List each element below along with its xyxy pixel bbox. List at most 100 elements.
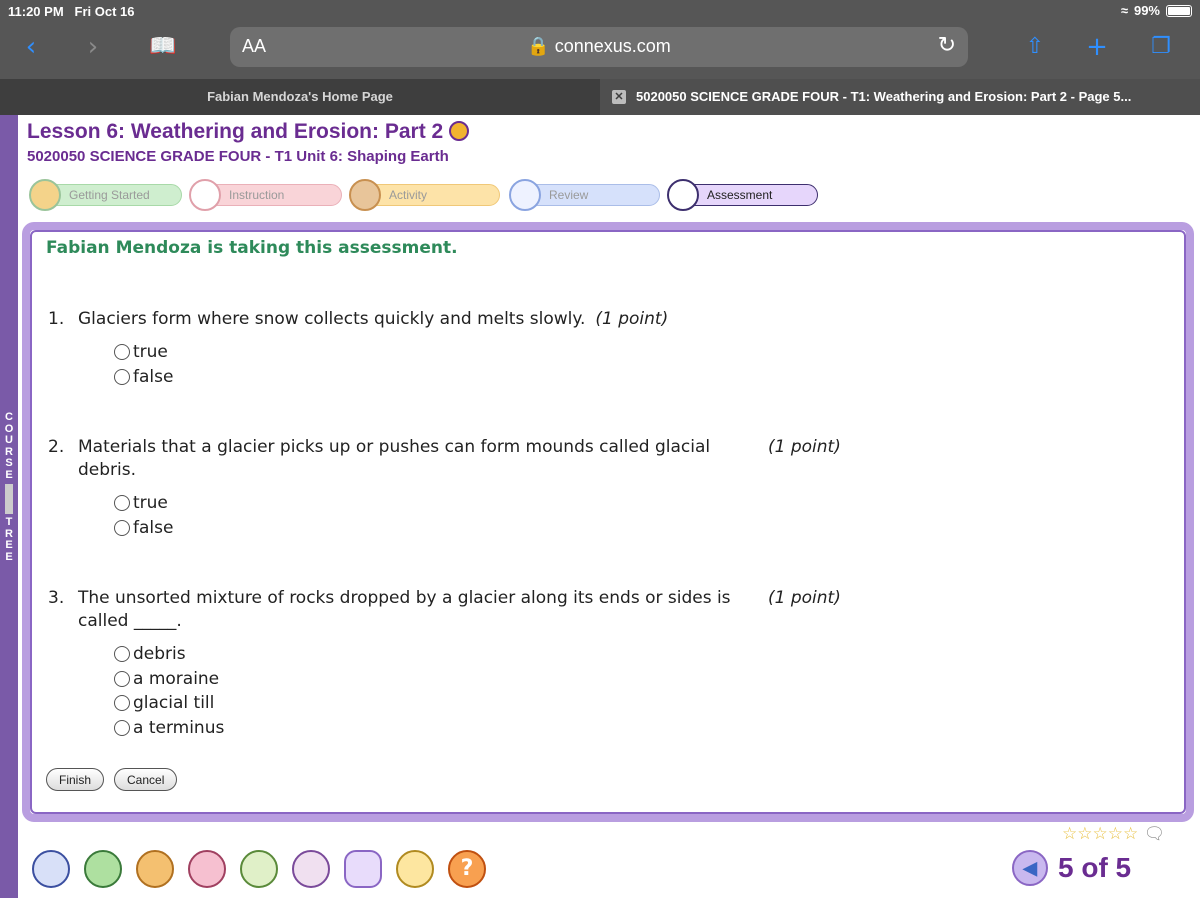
- printer-icon[interactable]: [396, 850, 434, 888]
- assessment-panel: Fabian Mendoza is taking this assessment…: [22, 222, 1194, 822]
- battery-icon: [1166, 4, 1192, 17]
- radio-button[interactable]: [114, 519, 130, 536]
- comment-icon[interactable]: 🗨: [1144, 824, 1166, 844]
- option-label: a terminus: [133, 717, 225, 738]
- chat-icon[interactable]: [344, 850, 382, 888]
- previous-page-icon[interactable]: ◀: [1012, 850, 1048, 886]
- status-time: 11:20 PM Fri Oct 16: [8, 4, 135, 19]
- lesson-steps: Getting Started Instruction Activity Rev…: [29, 179, 830, 211]
- browser-chrome: 11:20 PM Fri Oct 16 ≈ 99% ‹ › 📖 AA 🔒 con…: [0, 0, 1200, 79]
- bookmarks-icon[interactable]: 📖: [148, 32, 178, 62]
- reload-icon[interactable]: ↻: [938, 33, 956, 58]
- option-false[interactable]: false: [114, 365, 173, 390]
- question-1-options: true false: [114, 340, 173, 389]
- calculator-icon[interactable]: [240, 850, 278, 888]
- radio-button[interactable]: [114, 344, 130, 361]
- option-label: false: [133, 366, 174, 387]
- step-label: Instruction: [229, 188, 285, 202]
- back-icon[interactable]: ‹: [16, 32, 46, 62]
- step-review[interactable]: Review: [509, 179, 660, 211]
- status-indicators: ≈ 99%: [1121, 3, 1192, 18]
- step-label: Review: [549, 188, 589, 202]
- option-moraine[interactable]: a moraine: [114, 667, 224, 692]
- target-icon[interactable]: [292, 850, 330, 888]
- question-number: 1.: [48, 309, 65, 329]
- finish-button[interactable]: Finish: [46, 768, 105, 791]
- assessment-icon: [667, 179, 699, 211]
- question-points: (1 point): [768, 437, 841, 457]
- course-tree-toggle[interactable]: COURSE TREE: [0, 115, 18, 898]
- tab-active-label: 5020050 SCIENCE GRADE FOUR - T1: Weather…: [636, 89, 1132, 104]
- assessment-status: Fabian Mendoza is taking this assessment…: [46, 238, 458, 258]
- option-label: true: [133, 493, 168, 514]
- step-label: Activity: [389, 188, 428, 202]
- option-false[interactable]: false: [114, 516, 173, 541]
- collapse-arrow-icon[interactable]: [5, 484, 13, 514]
- lesson-title: Lesson 6: Weathering and Erosion: Part 2: [27, 120, 470, 144]
- question-3: 3. The unsorted mixture of rocks dropped…: [48, 587, 948, 635]
- instruction-icon: [189, 179, 221, 211]
- question-1: 1. Glaciers form where snow collects qui…: [48, 308, 948, 332]
- book-icon[interactable]: [84, 850, 122, 888]
- question-number: 3.: [48, 588, 65, 608]
- step-activity[interactable]: Activity: [349, 179, 500, 211]
- question-points: (1 point): [595, 309, 669, 329]
- question-2-options: true false: [114, 491, 173, 540]
- address-bar[interactable]: AA 🔒 connexus.com ↻: [230, 27, 968, 67]
- url-text: 🔒 connexus.com: [527, 36, 671, 56]
- radio-button[interactable]: [114, 646, 130, 663]
- option-debris[interactable]: debris: [114, 642, 224, 667]
- option-label: debris: [133, 644, 186, 665]
- question-number: 2.: [48, 437, 65, 457]
- assessment-panel-inner: Fabian Mendoza is taking this assessment…: [30, 230, 1186, 814]
- question-text: The unsorted mixture of rocks dropped by…: [78, 588, 731, 631]
- step-getting-started[interactable]: Getting Started: [29, 179, 182, 211]
- course-tree-label: COURSE TREE: [3, 411, 15, 563]
- tab-home-page[interactable]: Fabian Mendoza's Home Page: [0, 79, 600, 115]
- question-text: Materials that a glacier picks up or pus…: [78, 437, 711, 480]
- bottom-toolbar: ?: [32, 850, 486, 888]
- lesson-subtitle: 5020050 SCIENCE GRADE FOUR - T1 Unit 6: …: [27, 148, 449, 165]
- activity-icon: [349, 179, 381, 211]
- question-text: Glaciers form where snow collects quickl…: [78, 309, 586, 329]
- tab-strip: Fabian Mendoza's Home Page ✕ 5020050 SCI…: [0, 79, 1200, 115]
- option-true[interactable]: true: [114, 340, 173, 365]
- rating-stars[interactable]: ☆☆☆☆☆ 🗨: [1062, 824, 1165, 844]
- course-tree-label-top: COURSE: [4, 411, 14, 481]
- step-label: Assessment: [707, 188, 773, 202]
- radio-button[interactable]: [114, 495, 130, 512]
- review-icon: [509, 179, 541, 211]
- question-points: (1 point): [768, 588, 841, 608]
- option-terminus[interactable]: a terminus: [114, 716, 224, 741]
- help-icon[interactable]: ?: [448, 850, 486, 888]
- new-tab-icon[interactable]: +: [1082, 32, 1112, 62]
- step-instruction[interactable]: Instruction: [189, 179, 342, 211]
- forward-icon[interactable]: ›: [78, 32, 108, 62]
- radio-button[interactable]: [114, 670, 130, 687]
- question-3-options: debris a moraine glacial till a terminus: [114, 642, 224, 740]
- battery-percent: 99%: [1133, 3, 1160, 18]
- lesson-info-icon[interactable]: [449, 121, 470, 141]
- wifi-icon: ≈: [1120, 3, 1128, 18]
- option-glacial-till[interactable]: glacial till: [114, 691, 224, 716]
- option-label: a moraine: [133, 668, 220, 689]
- step-label: Getting Started: [69, 188, 150, 202]
- backpack-icon[interactable]: [136, 850, 174, 888]
- question-2: 2. Materials that a glacier picks up or …: [48, 436, 948, 484]
- pushpin-icon[interactable]: [188, 850, 226, 888]
- radio-button[interactable]: [114, 368, 130, 385]
- share-icon[interactable]: ⇧: [1020, 32, 1050, 62]
- checkmark-icon[interactable]: [32, 850, 70, 888]
- step-assessment[interactable]: Assessment: [667, 179, 818, 211]
- close-tab-icon[interactable]: ✕: [612, 90, 626, 104]
- radio-button[interactable]: [114, 695, 130, 712]
- lock-icon: 🔒: [527, 36, 550, 56]
- tabs-overview-icon[interactable]: ❐: [1146, 32, 1176, 62]
- page-navigation: ◀ 5 of 5: [1012, 850, 1131, 886]
- option-label: false: [133, 517, 174, 538]
- radio-button[interactable]: [114, 719, 130, 736]
- option-true[interactable]: true: [114, 491, 173, 516]
- tab-active-lesson[interactable]: ✕ 5020050 SCIENCE GRADE FOUR - T1: Weath…: [600, 79, 1200, 115]
- question-text-wrap: Glaciers form where snow collects quickl…: [78, 308, 978, 331]
- cancel-button[interactable]: Cancel: [114, 768, 178, 791]
